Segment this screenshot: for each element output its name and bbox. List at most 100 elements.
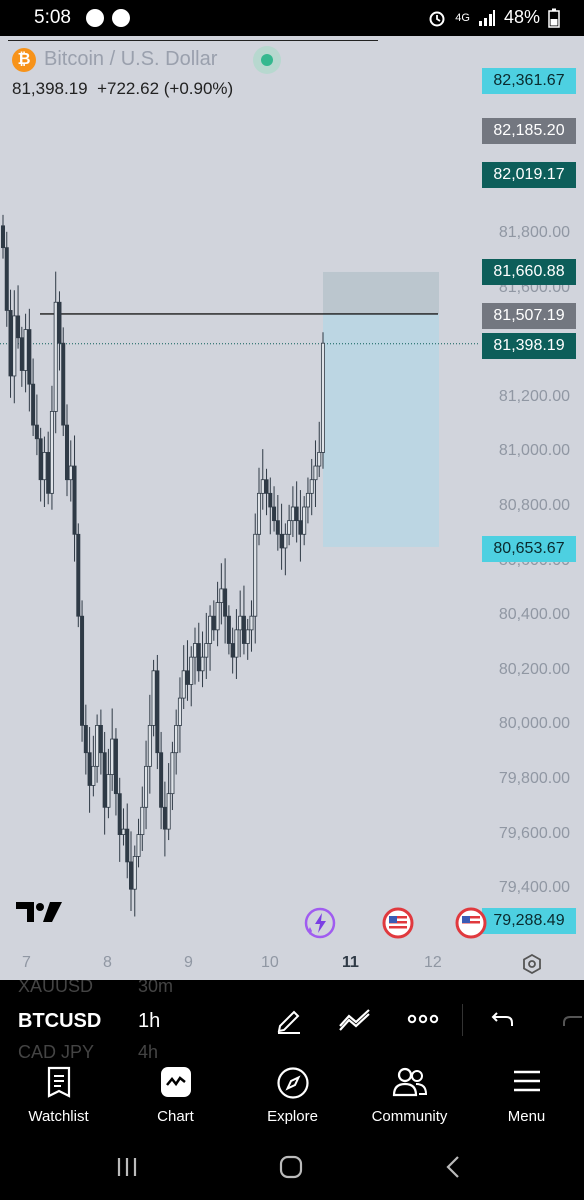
price-axis-label: 81,200.00: [498, 387, 570, 405]
pencil-icon[interactable]: [274, 1004, 304, 1034]
candle-body-71: [268, 492, 273, 508]
time-axis-label: 12: [424, 954, 442, 971]
alarm-icon: [429, 11, 445, 26]
price-tag: 80,653.67: [482, 536, 576, 562]
price-tag: 81,398.19: [482, 333, 576, 359]
nav-label-explore: Explore: [267, 1108, 318, 1125]
header-divider: [8, 40, 378, 41]
undo-icon[interactable]: [490, 1004, 516, 1034]
battery-icon: [548, 8, 560, 28]
home-icon[interactable]: [279, 1155, 303, 1179]
candle-body-32: [121, 828, 126, 836]
candle-body-15: [57, 301, 62, 344]
current-symbol[interactable]: BTCUSD: [18, 1010, 101, 1033]
candle-body-1: [4, 247, 9, 311]
candle-body-59: [223, 588, 228, 617]
network-type: 4G: [455, 11, 470, 24]
symbol-option-below[interactable]: CAD JPY: [18, 1042, 94, 1060]
compass-icon: [276, 1067, 309, 1099]
candle-body-21: [80, 615, 85, 726]
candle-body-51: [192, 643, 197, 658]
us-flag-event-icon-2[interactable]: [455, 907, 487, 939]
us-flag-event-icon[interactable]: [382, 907, 414, 939]
nav-watchlist[interactable]: Watchlist: [0, 1060, 117, 1142]
candle-body-9: [34, 424, 39, 440]
candle-body-65: [245, 629, 250, 644]
price-readout: 81,398.19 +722.62 (+0.90%): [12, 79, 233, 99]
chart-area[interactable]: ₿ Bitcoin / U.S. Dollar 81,398.19 +722.6…: [0, 36, 584, 980]
candle-body-78: [294, 506, 299, 522]
candle-body-80: [302, 506, 307, 535]
menu-icon: [513, 1070, 540, 1092]
candle-body-20: [76, 533, 81, 617]
price-tag: 82,185.20: [482, 118, 576, 144]
ai-assistant-icon[interactable]: [304, 907, 336, 939]
position-risk-zone: [323, 313, 439, 547]
candle-body-44: [166, 793, 171, 830]
community-icon: [392, 1067, 427, 1097]
time-axis-label: 7: [22, 954, 31, 971]
candle-body-25: [95, 725, 100, 767]
status-bar: 5:08 4G 48%: [0, 0, 584, 36]
price-axis-label: 81,800.00: [498, 224, 570, 241]
price-change: +722.62 (+0.90%): [97, 79, 234, 98]
symbol-title[interactable]: Bitcoin / U.S. Dollar: [44, 48, 217, 71]
interval-option-above[interactable]: 30m: [138, 980, 173, 997]
candle-body-18: [68, 465, 73, 481]
candle-body-48: [181, 670, 186, 699]
price-tag: 79,288.49: [482, 908, 576, 934]
symbol-option-above[interactable]: XAUUSD: [18, 980, 93, 997]
price-axis-label: 79,600.00: [498, 824, 570, 842]
candle-body-10: [38, 438, 43, 481]
price-axis-label: 80,800.00: [498, 497, 570, 514]
redo-icon[interactable]: [560, 1004, 584, 1034]
chart-settings-icon[interactable]: [522, 954, 542, 974]
bottom-navigation: Watchlist Chart Explore Community Menu: [0, 1060, 584, 1142]
tradingview-logo-icon: [16, 902, 62, 922]
candle-body-0: [0, 225, 6, 249]
candle-body-33: [125, 828, 130, 863]
last-price: 81,398.19: [12, 79, 88, 98]
nav-explore[interactable]: Explore: [234, 1060, 351, 1142]
battery-percent: 48%: [503, 7, 540, 27]
nav-community[interactable]: Community: [351, 1060, 468, 1142]
current-interval[interactable]: 1h: [138, 1010, 160, 1033]
candle-body-49: [185, 670, 190, 685]
system-navigation-bar: [0, 1142, 584, 1200]
bitcoin-icon: ₿: [12, 48, 36, 72]
candle-body-84: [317, 451, 322, 467]
nav-label-community: Community: [371, 1108, 448, 1125]
price-axis-label: 80,200.00: [498, 660, 570, 678]
candle-body-24: [91, 765, 96, 786]
status-time: 5:08: [34, 7, 71, 28]
candle-body-6: [23, 329, 28, 371]
trend-line-icon[interactable]: [337, 1004, 373, 1034]
nav-chart[interactable]: Chart: [117, 1060, 234, 1142]
interval-option-below[interactable]: 4h: [138, 1042, 158, 1060]
time-axis-label: 8: [103, 954, 112, 971]
candle-body-12: [46, 451, 51, 494]
candle-body-17: [65, 424, 70, 481]
candle-body-43: [162, 806, 167, 830]
nav-menu[interactable]: Menu: [468, 1060, 584, 1142]
spotify-icon: [112, 9, 130, 27]
price-axis-label: 80,400.00: [498, 606, 570, 624]
candle-body-77: [290, 506, 295, 522]
candle-body-7: [27, 329, 32, 385]
time-axis-label: 9: [184, 954, 193, 971]
candle-body-76: [287, 520, 292, 535]
candle-body-19: [72, 465, 77, 535]
market-open-indicator[interactable]: [253, 46, 281, 74]
watchlist-icon: [47, 1066, 70, 1098]
candle-body-68: [256, 492, 261, 535]
more-icon[interactable]: [407, 1004, 439, 1034]
chart-toolbar: XAUUSD 30m BTCUSD 1h CAD JPY 4h: [0, 980, 584, 1060]
recent-apps-icon[interactable]: [116, 1156, 138, 1178]
candle-body-8: [31, 383, 36, 426]
candle-body-41: [155, 670, 160, 754]
candle-body-81: [305, 492, 310, 508]
back-icon[interactable]: [444, 1155, 462, 1179]
candle-body-26: [98, 725, 103, 754]
candle-body-34: [128, 861, 133, 890]
candle-body-30: [113, 738, 118, 795]
